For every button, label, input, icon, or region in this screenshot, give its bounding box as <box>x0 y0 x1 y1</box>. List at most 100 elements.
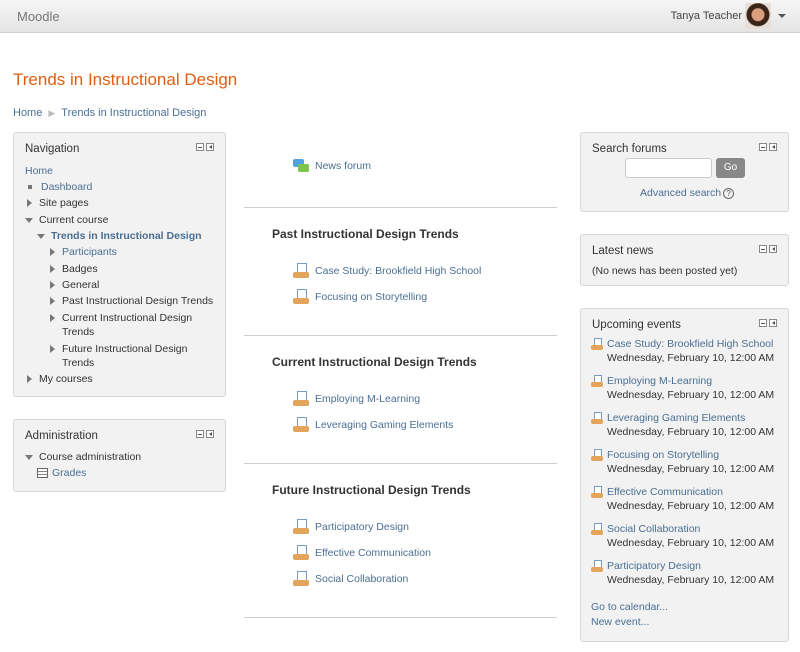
minimize-icon[interactable] <box>196 143 204 151</box>
section-divider <box>244 335 557 336</box>
page-icon <box>591 375 603 387</box>
user-menu-caret-icon[interactable] <box>778 14 786 18</box>
page-icon <box>591 449 603 461</box>
event-date: Wednesday, February 10, 12:00 AM <box>607 537 775 549</box>
minimize-icon[interactable] <box>759 319 767 327</box>
news-forum-activity[interactable]: News forum <box>293 158 371 174</box>
page-icon <box>591 560 603 572</box>
admin-grades[interactable]: Grades <box>37 467 86 479</box>
advanced-search-link[interactable]: Advanced search? <box>640 187 735 199</box>
collapsed-icon <box>50 314 55 323</box>
nav-course[interactable]: Trends in Instructional Design <box>37 230 202 242</box>
block-controls <box>759 143 777 151</box>
event-item: Participatory Design Wednesday, February … <box>591 560 774 586</box>
nav-my-courses[interactable]: My courses <box>27 373 93 385</box>
page-icon <box>293 417 309 433</box>
page-icon <box>591 338 603 350</box>
collapsed-icon <box>50 265 55 274</box>
dock-icon[interactable] <box>769 143 777 151</box>
event-link[interactable]: Effective Communication <box>607 486 723 498</box>
activity-link[interactable]: Social Collaboration <box>293 571 408 587</box>
nav-current-course[interactable]: Current course <box>25 214 108 226</box>
nav-future-trends[interactable]: Future Instructional Design <box>50 343 187 355</box>
activity-link[interactable]: Leveraging Gaming Elements <box>293 417 453 433</box>
admin-course-administration[interactable]: Course administration <box>25 451 141 463</box>
event-link[interactable]: Focusing on Storytelling <box>607 449 719 461</box>
collapsed-icon <box>27 199 32 208</box>
go-to-calendar-link[interactable]: Go to calendar... <box>591 601 668 613</box>
event-date: Wednesday, February 10, 12:00 AM <box>607 500 775 512</box>
page-icon <box>591 486 603 498</box>
expanded-icon <box>37 233 45 239</box>
event-link[interactable]: Employing M-Learning <box>607 375 712 387</box>
nav-future-trends-line2[interactable]: Trends <box>62 357 94 369</box>
go-button[interactable]: Go <box>716 158 745 178</box>
top-navbar: Moodle Tanya Teacher <box>0 0 800 33</box>
page-icon <box>293 571 309 587</box>
help-icon[interactable]: ? <box>723 187 735 199</box>
user-avatar[interactable] <box>745 3 771 29</box>
nav-badges[interactable]: Badges <box>50 263 98 275</box>
section-title: Past Instructional Design Trends <box>272 227 459 241</box>
page-title: Trends in Instructional Design <box>13 70 238 89</box>
search-forums-title: Search forums <box>592 143 667 155</box>
breadcrumb-course[interactable]: Trends in Instructional Design <box>61 107 206 119</box>
nav-current-trends[interactable]: Current Instructional Design <box>50 312 192 324</box>
event-item: Social Collaboration Wednesday, February … <box>591 523 774 549</box>
new-event-link[interactable]: New event... <box>591 616 649 628</box>
event-item: Case Study: Brookfield High School Wednes… <box>591 338 774 364</box>
nav-participants[interactable]: Participants <box>50 246 117 258</box>
section-divider <box>244 463 557 464</box>
event-link[interactable]: Social Collaboration <box>607 523 700 535</box>
nav-home[interactable]: Home <box>25 165 53 177</box>
section-title: Future Instructional Design Trends <box>272 483 471 497</box>
search-forums-input[interactable] <box>625 158 712 178</box>
event-item: Focusing on Storytelling Wednesday, Febru… <box>591 449 774 475</box>
event-link[interactable]: Case Study: Brookfield High School <box>607 338 773 350</box>
expanded-icon <box>25 454 33 460</box>
block-controls <box>759 319 777 327</box>
block-controls <box>759 245 777 253</box>
upcoming-events-title: Upcoming events <box>592 319 681 331</box>
navigation-title: Navigation <box>25 143 80 155</box>
dock-icon[interactable] <box>206 430 214 438</box>
user-name[interactable]: Tanya Teacher <box>671 10 742 22</box>
section-divider <box>244 617 557 618</box>
activity-link[interactable]: Employing M-Learning <box>293 391 420 407</box>
search-forums-block: Search forums Go Advanced search? <box>580 132 789 212</box>
breadcrumb-separator-icon: ▶ <box>48 108 56 118</box>
event-item: Effective Communication Wednesday, Februa… <box>591 486 774 512</box>
nav-dashboard[interactable]: Dashboard <box>28 181 92 193</box>
event-link[interactable]: Participatory Design <box>607 560 701 572</box>
activity-link[interactable]: Case Study: Brookfield High School <box>293 263 481 279</box>
dock-icon[interactable] <box>769 319 777 327</box>
grades-table-icon <box>37 468 48 479</box>
collapsed-icon <box>50 345 55 354</box>
breadcrumb-home[interactable]: Home <box>13 107 42 119</box>
activity-link[interactable]: Focusing on Storytelling <box>293 289 427 305</box>
site-brand[interactable]: Moodle <box>17 9 60 24</box>
minimize-icon[interactable] <box>196 430 204 438</box>
forum-icon <box>293 158 309 174</box>
block-controls <box>196 430 214 438</box>
expanded-icon <box>25 217 33 223</box>
page-icon <box>591 523 603 535</box>
event-date: Wednesday, February 10, 12:00 AM <box>607 426 775 438</box>
nav-past-trends[interactable]: Past Instructional Design Trends <box>50 295 213 307</box>
nav-site-pages[interactable]: Site pages <box>27 197 89 209</box>
breadcrumb: Home ▶ Trends in Instructional Design <box>13 107 206 119</box>
minimize-icon[interactable] <box>759 143 767 151</box>
section-divider <box>244 207 557 208</box>
administration-block: Administration Course administration Gra… <box>13 419 226 492</box>
nav-current-trends-line2[interactable]: Trends <box>62 326 94 338</box>
event-item: Employing M-Learning Wednesday, February … <box>591 375 774 401</box>
nav-general[interactable]: General <box>50 279 99 291</box>
dock-icon[interactable] <box>206 143 214 151</box>
dock-icon[interactable] <box>769 245 777 253</box>
page-icon <box>293 545 309 561</box>
activity-link[interactable]: Participatory Design <box>293 519 409 535</box>
event-date: Wednesday, February 10, 12:00 AM <box>607 389 775 401</box>
event-link[interactable]: Leveraging Gaming Elements <box>607 412 745 424</box>
minimize-icon[interactable] <box>759 245 767 253</box>
activity-link[interactable]: Effective Communication <box>293 545 431 561</box>
